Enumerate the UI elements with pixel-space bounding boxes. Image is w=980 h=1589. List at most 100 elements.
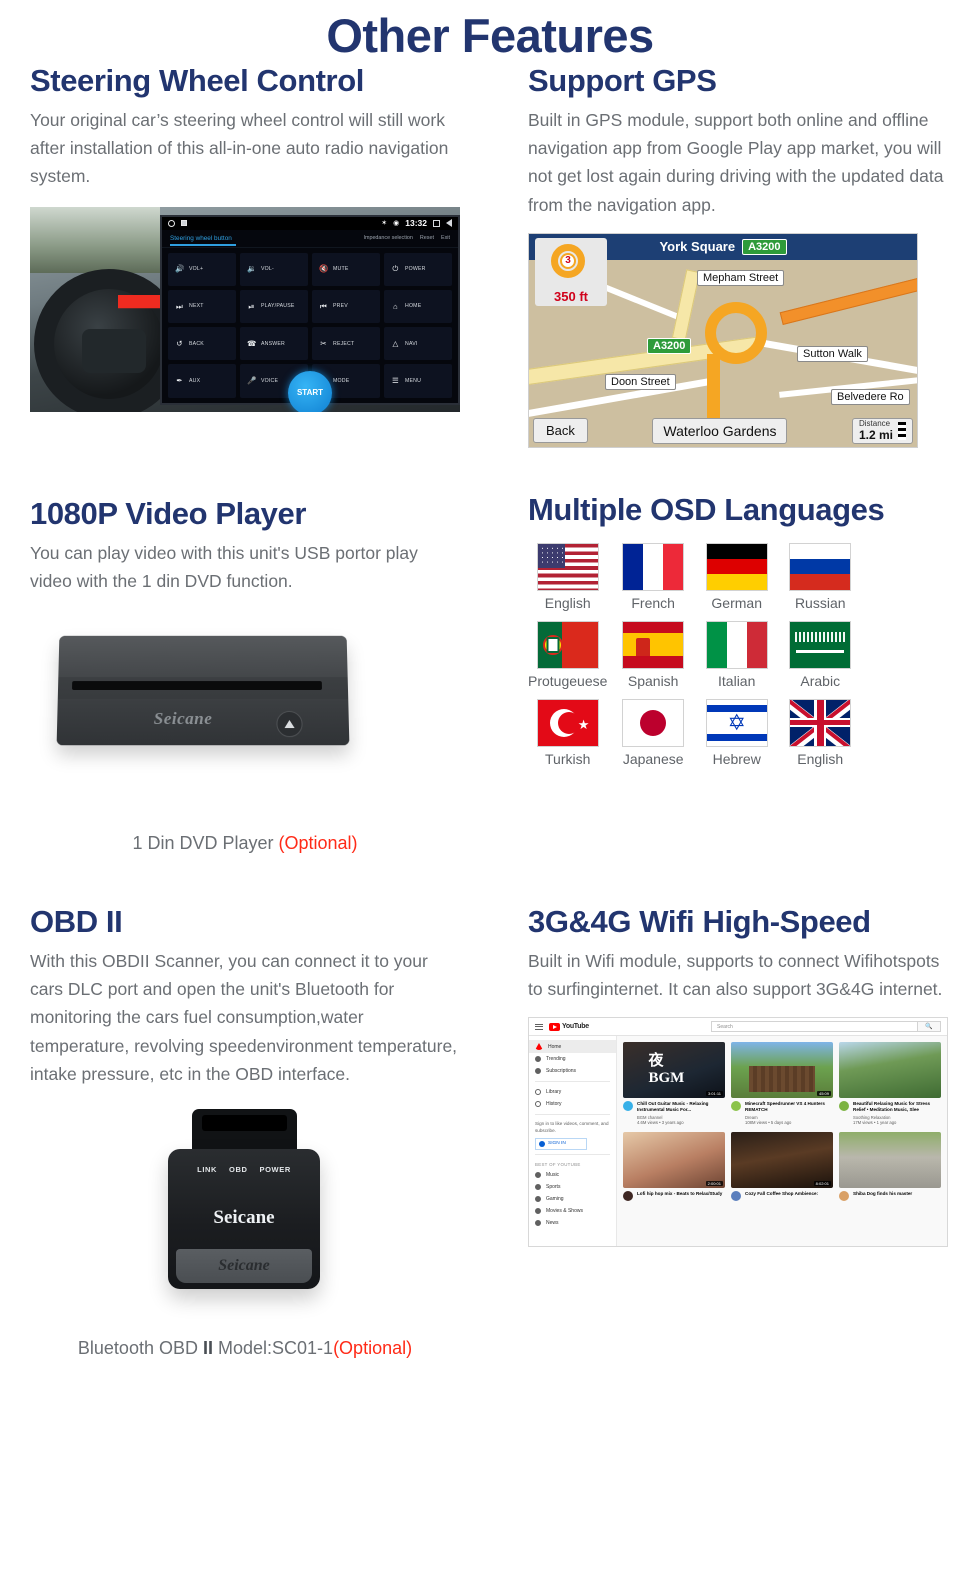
eject-button[interactable]: [276, 711, 303, 738]
recents-icon[interactable]: [181, 220, 187, 227]
language-item[interactable]: Japanese: [615, 698, 691, 767]
video-thumbnail[interactable]: 45:09: [731, 1042, 833, 1099]
youtube-search-input[interactable]: Search 🔍: [711, 1021, 941, 1033]
swc-button[interactable]: ↺ BACK: [168, 327, 236, 361]
tab-steering-wheel-button[interactable]: Steering wheel button: [170, 235, 232, 242]
brand-logo: Seicane: [153, 709, 213, 729]
language-item[interactable]: ★ Turkish: [528, 698, 607, 767]
reset-button[interactable]: Reset: [420, 235, 434, 241]
swc-button[interactable]: 🔉 VOL-: [240, 252, 308, 286]
swc-button-label: NEXT: [189, 303, 204, 310]
youtube-logo[interactable]: YouTube: [549, 1022, 589, 1031]
search-icon[interactable]: 🔍: [917, 1021, 941, 1033]
feature-heading: Support GPS: [528, 63, 717, 98]
language-item[interactable]: German: [699, 542, 775, 611]
language-item[interactable]: English: [528, 542, 607, 611]
flag-us-icon: [536, 542, 599, 591]
sidebar-item-movies-shows[interactable]: Movies & Shows: [529, 1205, 616, 1217]
back-triangle-icon[interactable]: [446, 219, 452, 228]
language-label: Hebrew: [712, 750, 761, 767]
language-item[interactable]: ✡ Hebrew: [699, 698, 775, 767]
video-duration: 8:02:01: [813, 1181, 831, 1187]
bluetooth-icon: ✶: [381, 220, 388, 228]
gps-back-button[interactable]: Back: [533, 418, 588, 444]
sign-in-button[interactable]: SIGN IN: [535, 1137, 587, 1150]
home-circle-icon[interactable]: [168, 219, 175, 227]
swc-button[interactable]: ⏻ POWER: [384, 252, 452, 286]
section-header-best-of-youtube: BEST OF YOUTUBE: [535, 1161, 581, 1167]
video-thumbnail[interactable]: [839, 1132, 941, 1189]
obd-caption: Bluetooth OBD II Model:SC01-1(Optional): [30, 1338, 460, 1359]
feature-wifi: 3G&4G Wifi High-Speed Built in Wifi modu…: [490, 854, 980, 1358]
sidebar-item-library[interactable]: Library: [529, 1086, 616, 1098]
sidebar-item-home[interactable]: Home: [529, 1040, 616, 1054]
next-track-icon: ⏭: [176, 301, 183, 311]
video-thumbnail[interactable]: 2:00:01: [623, 1132, 725, 1189]
volume-down-icon: 🔉: [247, 264, 257, 274]
video-thumbnail[interactable]: [839, 1042, 941, 1099]
sidebar-item-trending[interactable]: Trending: [529, 1053, 616, 1065]
window-icon[interactable]: [433, 219, 440, 227]
video-duration: 45:09: [816, 1091, 831, 1097]
street-label: Mepham Street: [697, 269, 785, 286]
obd-caption-model: Model:SC01-1: [213, 1337, 334, 1358]
video-thumbnail[interactable]: 3:01:11: [623, 1042, 725, 1099]
flag-jp-icon: [622, 698, 685, 747]
swc-button[interactable]: ✒ AUX: [168, 364, 236, 398]
sidebar-item-label: Music: [546, 1171, 560, 1178]
sidebar-item-history[interactable]: History: [529, 1098, 616, 1110]
language-item[interactable]: Russian: [782, 542, 858, 611]
swc-button[interactable]: △ NAVI: [384, 327, 452, 361]
sidebar-item-subscriptions[interactable]: Subscriptions: [529, 1065, 616, 1077]
swc-button[interactable]: 🔊 VOL+: [168, 252, 236, 286]
sidebar-item-music[interactable]: Music: [529, 1169, 616, 1181]
exit-button[interactable]: Exit: [441, 235, 450, 241]
page-title: Other Features: [326, 9, 654, 62]
video-card[interactable]: 45:09 Minecraft Speedrunner VS 4 Hunters…: [731, 1042, 833, 1125]
youtube-video-grid: 3:01:11 Chill Out Guitar Music - Relaxin…: [617, 1036, 947, 1246]
swc-button-label: REJECT: [333, 340, 355, 347]
disc-slot: [72, 681, 322, 691]
dvd-top-panel: [58, 636, 348, 678]
language-item[interactable]: French: [615, 542, 691, 611]
video-card[interactable]: 3:01:11 Chill Out Guitar Music - Relaxin…: [623, 1042, 725, 1125]
language-item[interactable]: Protugeuese: [528, 620, 607, 689]
channel-avatar: [731, 1191, 741, 1202]
video-card[interactable]: Shiba Dog finds his master: [839, 1132, 941, 1202]
language-item[interactable]: Italian: [699, 620, 775, 689]
impedance-selection-button[interactable]: Impedance selection: [363, 235, 412, 241]
video-thumbnail[interactable]: 8:02:01: [731, 1132, 833, 1189]
language-item[interactable]: Arabic: [782, 620, 858, 689]
gps-bottom-bar: Back Waterloo Gardens Distance 1.2 mi: [529, 415, 917, 447]
video-title: Beautiful Relaxing Music for Stress Reli…: [853, 1101, 931, 1113]
sidebar-item-news[interactable]: News: [529, 1217, 616, 1229]
start-button[interactable]: START: [288, 370, 332, 412]
language-item[interactable]: English: [782, 698, 858, 767]
obd-device-body: LINK OBD POWER Seicane Seicane: [168, 1148, 320, 1289]
swc-button[interactable]: 🔇 MUTE: [312, 252, 380, 286]
video-card[interactable]: 2:00:01 Lofi hip hop mix - Beats to Rela…: [623, 1132, 725, 1202]
aux-icon: ✒: [176, 376, 183, 386]
dvd-optional-tag: (Optional): [278, 833, 358, 854]
gps-destination-label[interactable]: Waterloo Gardens: [652, 417, 788, 444]
swc-button[interactable]: ⌂ HOME: [384, 289, 452, 324]
language-label: German: [711, 594, 762, 611]
swc-button[interactable]: ☎ ANSWER: [240, 327, 308, 361]
video-card[interactable]: Beautiful Relaxing Music for Stress Reli…: [839, 1042, 941, 1125]
swc-button-label: BACK: [189, 340, 204, 347]
eject-icon: [284, 720, 295, 729]
swc-button[interactable]: ⏮ PREV: [312, 289, 380, 324]
hamburger-menu-icon[interactable]: [535, 1023, 543, 1030]
sidebar-item-gaming[interactable]: Gaming: [529, 1193, 616, 1205]
swc-button[interactable]: ✂ REJECT: [312, 327, 380, 361]
swc-button[interactable]: ⏭ NEXT: [168, 289, 236, 324]
sidebar-item-label: Subscriptions: [546, 1068, 577, 1075]
swc-button[interactable]: ⏯ PLAY/PAUSE: [240, 289, 308, 324]
gps-distance-panel[interactable]: Distance 1.2 mi: [851, 417, 913, 444]
feature-heading: Steering Wheel Control: [30, 63, 364, 98]
swc-button[interactable]: ☰ MENU: [384, 364, 452, 398]
language-item[interactable]: Spanish: [615, 620, 691, 689]
video-card[interactable]: 8:02:01 Cozy Fall Coffee Shop Ambience:: [731, 1132, 833, 1202]
sidebar-item-sports[interactable]: Sports: [529, 1181, 616, 1193]
power-icon: ⏻: [392, 264, 399, 274]
